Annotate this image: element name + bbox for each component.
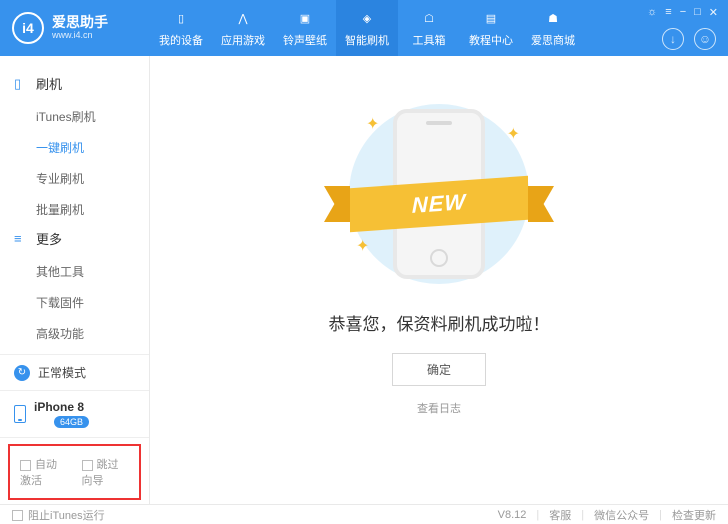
store-icon: ☗ xyxy=(543,9,563,29)
minimize-icon[interactable]: − xyxy=(680,6,686,18)
sidebar-section-flash: ▯刷机 xyxy=(0,70,149,101)
more-icon: ≡ xyxy=(14,231,28,246)
tutorial-icon: ▤ xyxy=(481,9,501,29)
sidebar-section-more: ≡更多 xyxy=(0,225,149,256)
top-tabbar: ▯我的设备 ⋀应用游戏 ▣铃声壁纸 ◈智能刷机 ☖工具箱 ▤教程中心 ☗爱思商城 xyxy=(150,0,647,56)
menu-icon[interactable]: ≡ xyxy=(665,6,671,18)
brand-url: www.i4.cn xyxy=(52,31,108,41)
tab-apps-games[interactable]: ⋀应用游戏 xyxy=(212,0,274,56)
tab-my-device[interactable]: ▯我的设备 xyxy=(150,0,212,56)
sidebar: ▯刷机 iTunes刷机 一键刷机 专业刷机 批量刷机 ≡更多 其他工具 下载固… xyxy=(0,56,150,504)
new-ribbon: NEW xyxy=(324,182,554,226)
download-icon[interactable]: ↓ xyxy=(662,28,684,50)
support-link[interactable]: 客服 xyxy=(549,507,571,523)
main-panel: ✦ ✦ ✦ NEW 恭喜您，保资料刷机成功啦！ 确定 查看日志 xyxy=(150,56,728,504)
sidebar-item-advanced[interactable]: 高级功能 xyxy=(0,318,149,349)
phone-icon: ▯ xyxy=(171,9,191,29)
tab-tutorials[interactable]: ▤教程中心 xyxy=(460,0,522,56)
status-bar: 阻止iTunes运行 V8.12 | 客服 | 微信公众号 | 检查更新 xyxy=(0,504,728,524)
ok-button[interactable]: 确定 xyxy=(392,353,486,386)
device-name: iPhone 8 xyxy=(34,400,89,414)
storage-badge: 64GB xyxy=(54,416,89,428)
sidebar-item-pro-flash[interactable]: 专业刷机 xyxy=(0,163,149,194)
checkbox-skip-guide[interactable]: 跳过向导 xyxy=(82,456,130,488)
phone-outline-icon: ▯ xyxy=(14,76,28,92)
sidebar-item-itunes-flash[interactable]: iTunes刷机 xyxy=(0,101,149,132)
skin-icon[interactable]: ☼ xyxy=(647,6,657,18)
toolbox-icon: ☖ xyxy=(419,9,439,29)
user-icon[interactable]: ☺ xyxy=(694,28,716,50)
sidebar-item-batch-flash[interactable]: 批量刷机 xyxy=(0,194,149,225)
wallpaper-icon: ▣ xyxy=(295,9,315,29)
checkbox-block-itunes[interactable]: 阻止iTunes运行 xyxy=(12,507,105,523)
brand-name: 爱思助手 xyxy=(52,15,108,30)
ribbon-label: NEW xyxy=(350,176,528,232)
sparkle-icon: ✦ xyxy=(366,114,379,134)
brand-logo-icon: i4 xyxy=(12,12,44,44)
sparkle-icon: ✦ xyxy=(507,124,520,144)
checkbox-auto-activate[interactable]: 自动激活 xyxy=(20,456,68,488)
device-phone-icon xyxy=(14,405,26,423)
apps-icon: ⋀ xyxy=(233,9,253,29)
success-message: 恭喜您，保资料刷机成功啦！ xyxy=(329,310,550,335)
sidebar-item-oneclick-flash[interactable]: 一键刷机 xyxy=(0,132,149,163)
tab-smart-flash[interactable]: ◈智能刷机 xyxy=(336,0,398,56)
device-mode[interactable]: ↻正常模式 xyxy=(0,355,149,391)
refresh-icon: ↻ xyxy=(14,365,30,381)
check-update-link[interactable]: 检查更新 xyxy=(672,507,716,523)
maximize-icon[interactable]: □ xyxy=(694,6,701,18)
title-bar: i4 爱思助手 www.i4.cn ▯我的设备 ⋀应用游戏 ▣铃声壁纸 ◈智能刷… xyxy=(0,0,728,56)
sparkle-icon: ✦ xyxy=(356,236,369,256)
tab-ringtones[interactable]: ▣铃声壁纸 xyxy=(274,0,336,56)
highlighted-options: 自动激活 跳过向导 xyxy=(8,444,141,500)
flash-icon: ◈ xyxy=(357,9,377,29)
close-icon[interactable]: ✕ xyxy=(709,6,718,19)
view-log-link[interactable]: 查看日志 xyxy=(417,400,461,416)
tab-store[interactable]: ☗爱思商城 xyxy=(522,0,584,56)
brand-block: i4 爱思助手 www.i4.cn xyxy=(0,0,150,56)
sidebar-item-other-tools[interactable]: 其他工具 xyxy=(0,256,149,287)
success-illustration: ✦ ✦ ✦ NEW xyxy=(334,104,544,284)
wechat-link[interactable]: 微信公众号 xyxy=(594,507,649,523)
tab-toolbox[interactable]: ☖工具箱 xyxy=(398,0,460,56)
sidebar-item-download-firmware[interactable]: 下载固件 xyxy=(0,287,149,318)
device-info[interactable]: iPhone 8 64GB xyxy=(0,391,149,438)
version-label: V8.12 xyxy=(498,509,527,521)
